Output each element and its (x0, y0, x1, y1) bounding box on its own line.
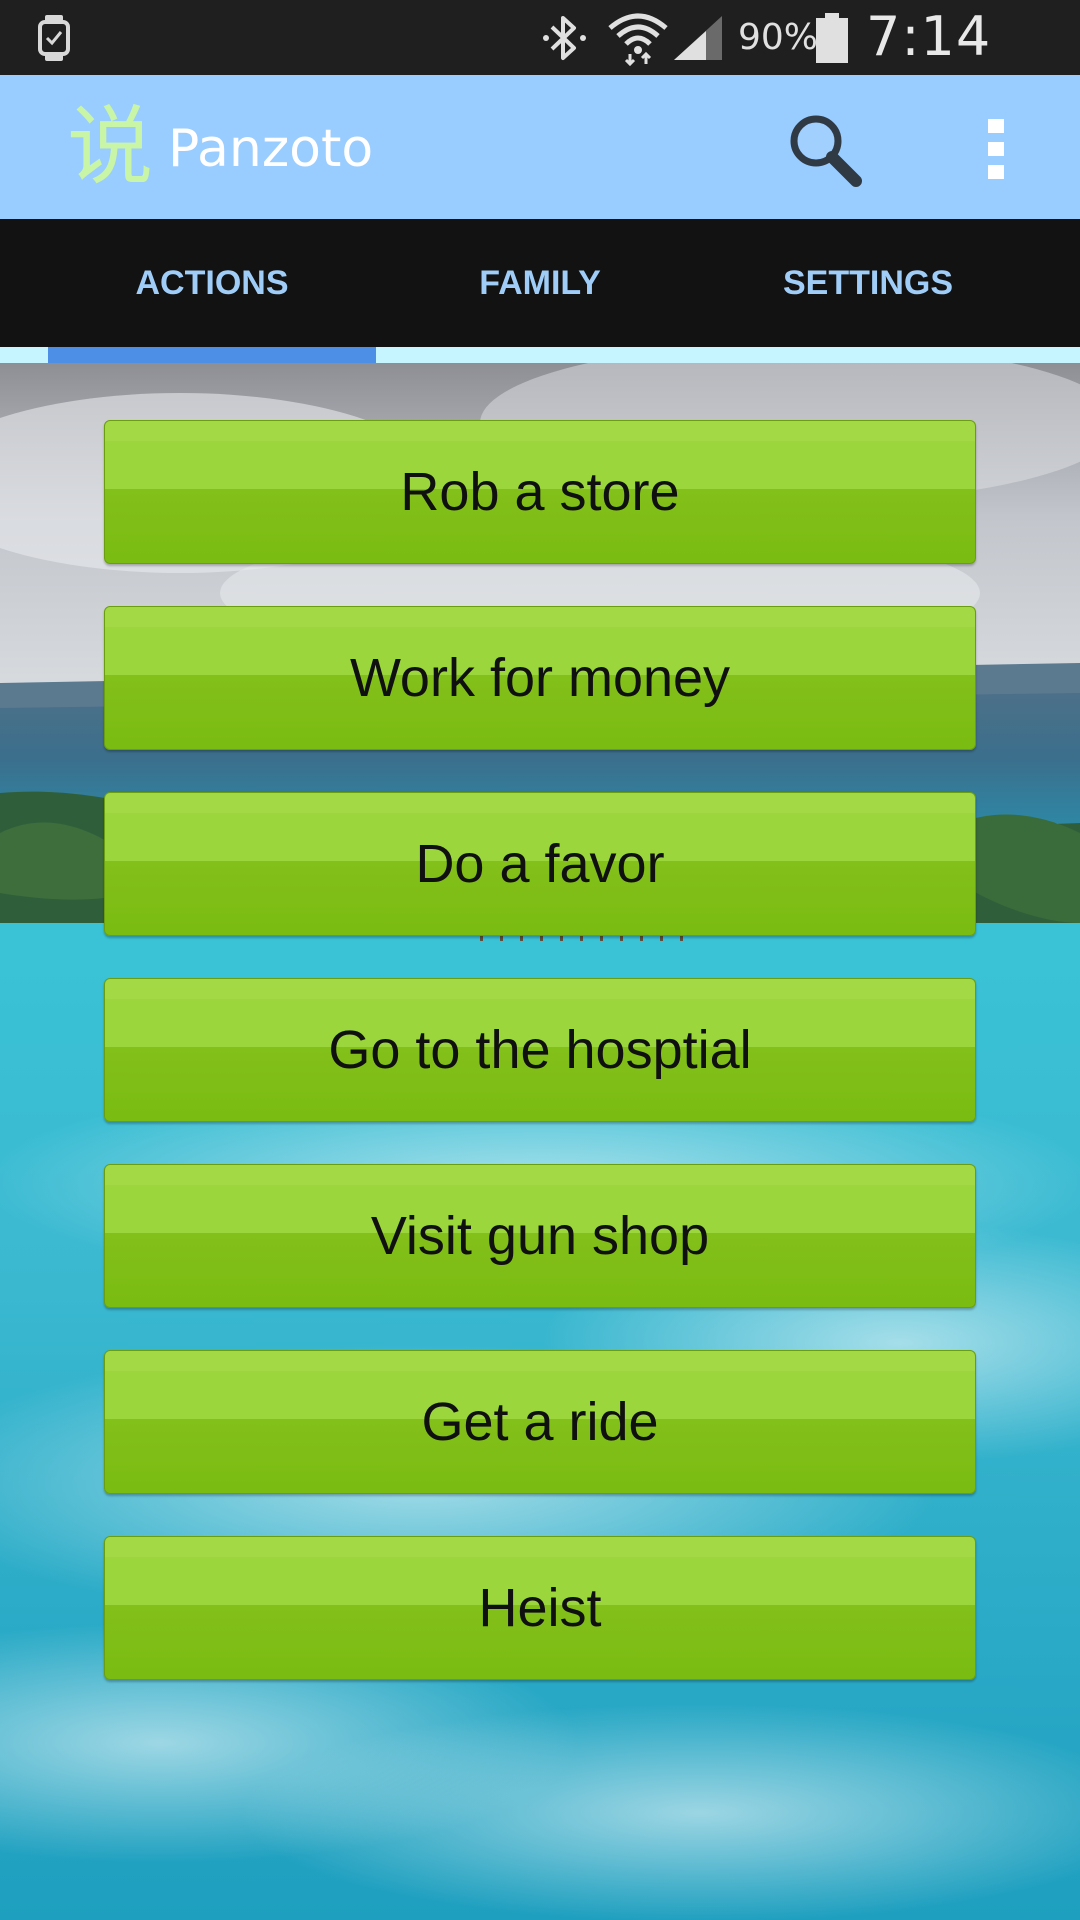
get-a-ride-button[interactable]: Get a ride (104, 1350, 976, 1494)
tab-actions[interactable]: ACTIONS (48, 219, 376, 347)
action-button-list: Rob a store Work for money Do a favor Go… (104, 420, 976, 1722)
app-logo[interactable]: 说 (62, 99, 158, 195)
tab-family[interactable]: FAMILY (376, 219, 704, 347)
app-bar: 说 Panzoto (0, 75, 1080, 219)
go-to-hospital-button[interactable]: Go to the hosptial (104, 978, 976, 1122)
wifi-icon (608, 13, 668, 66)
work-for-money-button[interactable]: Work for money (104, 606, 976, 750)
search-icon[interactable] (786, 111, 862, 187)
tab-settings[interactable]: SETTINGS (704, 219, 1032, 347)
app-screen: 90% 7:14 PM 说 Panzoto ACTIONS FAMILY SET… (0, 0, 1080, 1920)
smartwatch-icon (38, 15, 70, 61)
battery-icon (816, 13, 848, 63)
status-bar: 90% 7:14 PM (0, 0, 1080, 130)
do-a-favor-button[interactable]: Do a favor (104, 792, 976, 936)
tab-bar: ACTIONS FAMILY SETTINGS (0, 219, 1080, 347)
overflow-menu-icon[interactable] (976, 111, 1016, 187)
heist-button[interactable]: Heist (104, 1536, 976, 1680)
tab-selected-indicator (48, 347, 376, 363)
signal-icon (674, 16, 722, 60)
battery-percent: 90% (738, 17, 819, 58)
app-title: Panzoto (168, 119, 374, 179)
bluetooth-icon (543, 16, 586, 60)
visit-gun-shop-button[interactable]: Visit gun shop (104, 1164, 976, 1308)
rob-a-store-button[interactable]: Rob a store (104, 420, 976, 564)
